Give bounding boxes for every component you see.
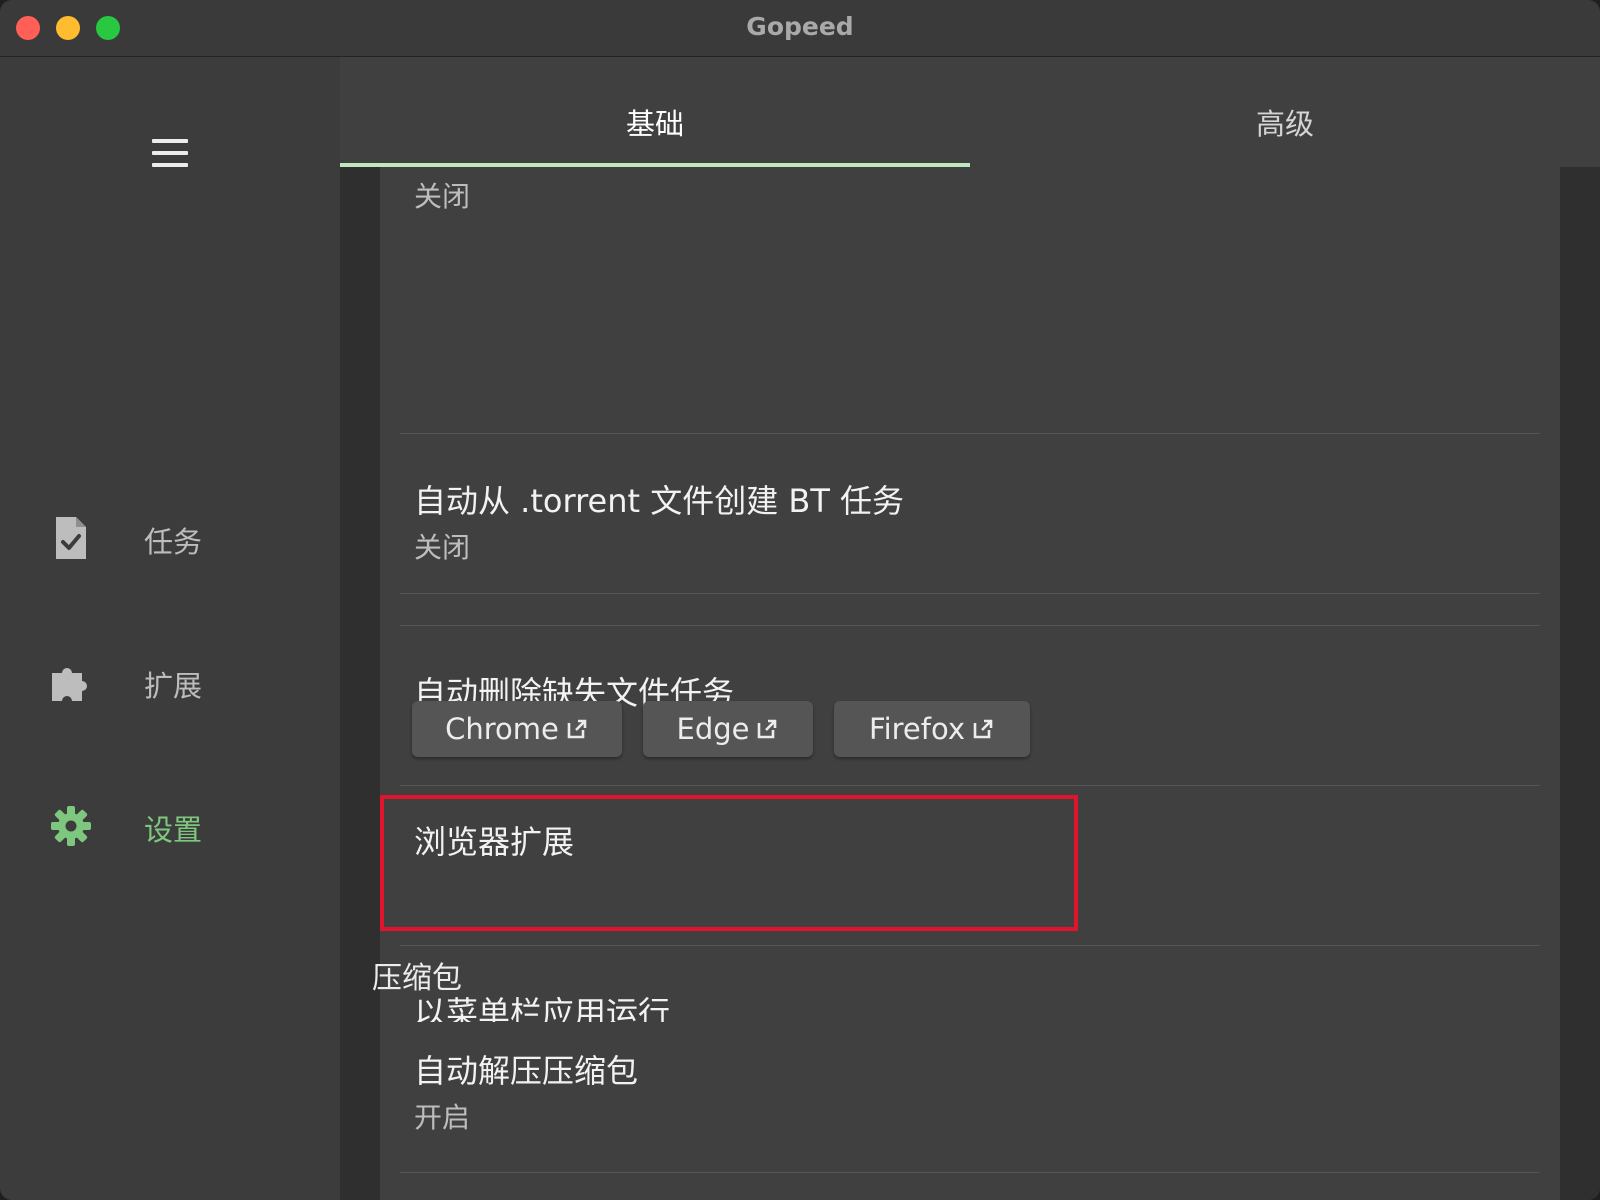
chrome-extension-button[interactable]: Chrome	[412, 701, 622, 757]
button-label: Firefox	[869, 712, 965, 746]
setting-value: 关闭	[414, 180, 471, 213]
task-file-check-icon	[56, 517, 86, 559]
setting-row-auto-extract[interactable]: 自动解压压缩包 开启	[380, 1022, 1560, 1172]
app-window: Gopeed 任务 扩展 设置 基础 高级 关闭 自动从 .torrent 文件…	[0, 0, 1600, 1200]
sidebar-item-label: 扩展	[144, 669, 203, 703]
title-bar: Gopeed	[0, 0, 1600, 57]
sidebar-item-extensions[interactable]: 扩展	[0, 641, 340, 721]
setting-row-partial[interactable]: 关闭	[380, 167, 1560, 247]
setting-title: 自动从 .torrent 文件创建 BT 任务	[414, 482, 905, 520]
setting-value: 开启	[414, 1101, 471, 1134]
gear-icon	[51, 806, 91, 846]
settings-content: 关闭 自动从 .torrent 文件创建 BT 任务 关闭 自动删除缺失文件任务…	[340, 167, 1600, 1200]
sidebar-item-label: 任务	[144, 525, 203, 559]
divider	[400, 593, 1540, 594]
sidebar: 任务 扩展 设置	[0, 57, 340, 1200]
window-title: Gopeed	[746, 12, 854, 41]
puzzle-extension-icon	[52, 668, 87, 701]
settings-card: 关闭 自动从 .torrent 文件创建 BT 任务 关闭 自动删除缺失文件任务…	[380, 167, 1560, 1092]
firefox-extension-button[interactable]: Firefox	[834, 701, 1030, 757]
external-link-icon	[758, 719, 777, 739]
divider	[400, 1172, 1540, 1173]
edge-extension-button[interactable]: Edge	[643, 701, 813, 757]
button-label: Chrome	[445, 712, 559, 746]
setting-row-torrent[interactable]: 自动从 .torrent 文件创建 BT 任务 关闭	[380, 434, 1560, 592]
sidebar-item-settings[interactable]: 设置	[0, 785, 340, 865]
section-label-archive: 压缩包	[372, 961, 462, 996]
setting-value: 关闭	[414, 531, 471, 564]
hamburger-menu-icon[interactable]	[148, 137, 192, 169]
tab-bar: 基础 高级	[340, 57, 1600, 167]
tab-advanced[interactable]: 高级	[970, 57, 1600, 167]
external-link-icon	[567, 719, 587, 739]
external-link-icon	[973, 719, 993, 739]
tab-label: 基础	[625, 107, 684, 141]
divider	[400, 785, 1540, 786]
tab-label: 高级	[1255, 107, 1314, 141]
tab-basic[interactable]: 基础	[340, 57, 970, 167]
archive-card: 自动解压压缩包 开启	[380, 1022, 1560, 1200]
sidebar-item-tasks[interactable]: 任务	[0, 497, 340, 577]
button-label: Edge	[676, 712, 750, 746]
setting-title: 自动解压压缩包	[414, 1052, 639, 1090]
sidebar-item-label: 设置	[144, 813, 203, 847]
browser-extension-title: 浏览器扩展	[414, 823, 575, 861]
